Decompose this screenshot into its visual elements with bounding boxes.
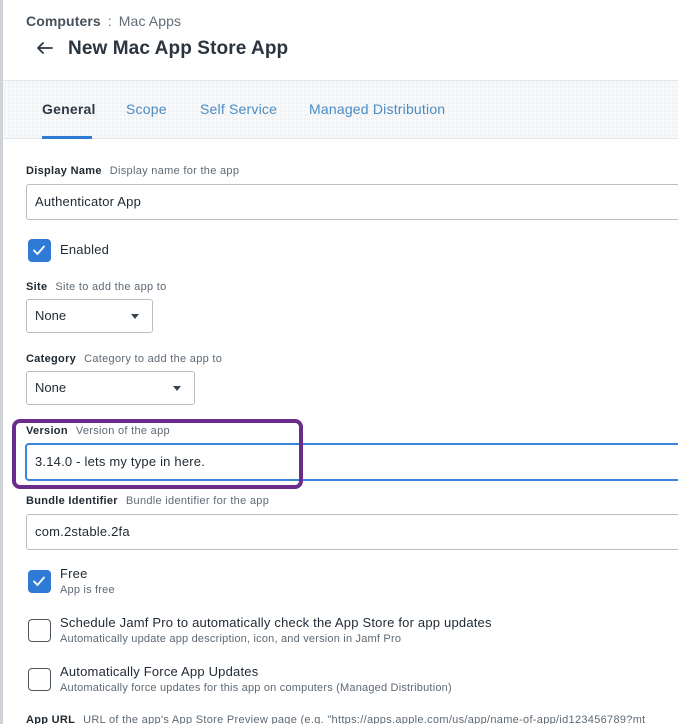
category-label: Category <box>26 353 77 365</box>
breadcrumb-current[interactable]: Mac Apps <box>119 13 181 29</box>
free-sublabel: App is free <box>60 584 115 596</box>
site-select-value: None <box>35 308 67 323</box>
force-updates-label: Automatically Force App Updates <box>60 664 259 679</box>
free-checkbox[interactable] <box>28 570 51 593</box>
tab-scope[interactable]: Scope <box>126 101 167 117</box>
breadcrumb-separator: : <box>107 13 112 29</box>
tab-managed-distribution[interactable]: Managed Distribution <box>309 101 445 117</box>
page-header: Computers: Mac Apps New Mac App Store App <box>3 0 678 80</box>
site-select[interactable]: None <box>26 299 153 333</box>
category-select-value: None <box>35 380 67 395</box>
arrow-left-icon[interactable] <box>35 38 55 58</box>
site-hint: Site to add the app to <box>55 281 167 293</box>
force-updates-sublabel: Automatically force updates for this app… <box>60 682 452 694</box>
page-title: New Mac App Store App <box>68 38 289 59</box>
category-select[interactable]: None <box>26 371 195 405</box>
display-name-label-row: Display Name Display name for the app <box>26 165 239 177</box>
auto-check-label: Schedule Jamf Pro to automatically check… <box>60 615 492 630</box>
auto-check-checkbox[interactable] <box>28 619 51 642</box>
bundle-id-input[interactable]: com.2stable.2fa <box>26 514 678 550</box>
force-updates-checkbox[interactable] <box>28 668 51 691</box>
display-name-hint: Display name for the app <box>109 165 240 177</box>
app-url-label-row: App URL URL of the app's App Store Previe… <box>26 714 646 724</box>
chevron-down-icon <box>173 386 181 391</box>
enabled-label: Enabled <box>60 242 110 257</box>
version-label-row: Version Version of the app <box>26 425 170 437</box>
auto-check-sublabel: Automatically update app description, ic… <box>60 633 402 645</box>
version-hint: Version of the app <box>75 425 170 437</box>
breadcrumb-root[interactable]: Computers <box>26 13 101 29</box>
app-url-label: App URL <box>26 714 76 724</box>
tab-general[interactable]: General <box>42 101 96 117</box>
category-hint: Category to add the app to <box>84 353 223 365</box>
bundle-id-hint: Bundle identifier for the app <box>125 495 270 507</box>
category-label-row: Category Category to add the app to <box>26 353 222 365</box>
bundle-id-label-row: Bundle Identifier Bundle identifier for t… <box>26 495 269 507</box>
checkmark-icon <box>33 245 45 255</box>
free-label: Free <box>60 566 88 581</box>
display-name-label: Display Name <box>26 165 102 177</box>
version-label: Version <box>26 425 68 437</box>
enabled-checkbox[interactable] <box>28 239 51 262</box>
bundle-id-label: Bundle Identifier <box>26 495 118 507</box>
display-name-input[interactable]: Authenticator App <box>26 184 678 220</box>
tab-self-service[interactable]: Self Service <box>200 101 277 117</box>
version-input[interactable]: 3.14.0 - lets my type in here. <box>26 444 678 480</box>
chevron-down-icon <box>131 314 139 319</box>
site-label-row: Site Site to add the app to <box>26 281 167 293</box>
checkmark-icon <box>33 576 45 586</box>
general-form: Display Name Display name for the app Aut… <box>3 139 678 724</box>
app-url-hint: URL of the app's App Store Preview page … <box>83 714 646 724</box>
breadcrumb: Computers: Mac Apps <box>26 13 181 29</box>
tab-bar: General Scope Self Service Managed Distr… <box>3 80 678 139</box>
site-label: Site <box>26 281 48 293</box>
